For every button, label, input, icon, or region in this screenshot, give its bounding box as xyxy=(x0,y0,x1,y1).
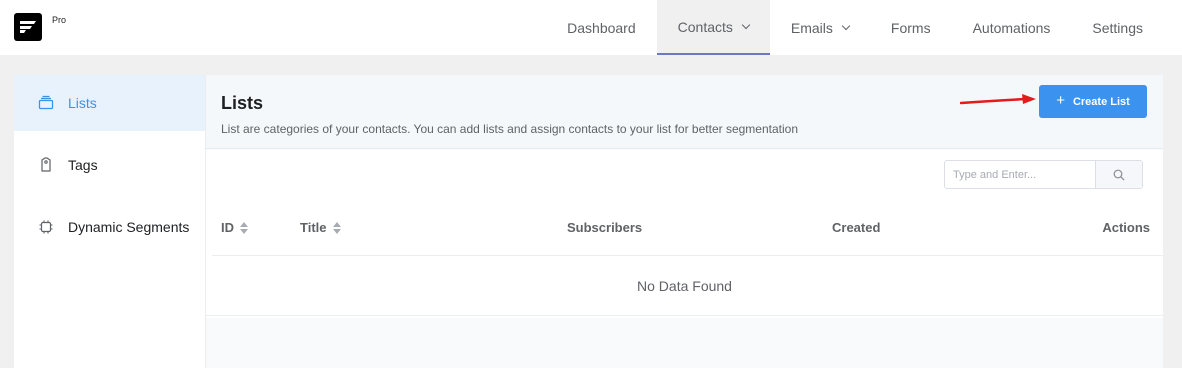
chip-icon xyxy=(39,220,53,234)
column-label: Created xyxy=(832,220,881,235)
chevron-down-icon xyxy=(741,20,751,29)
page-subtitle: List are categories of your contacts. Yo… xyxy=(221,122,798,136)
nav-settings-label: Settings xyxy=(1092,19,1143,36)
column-label: Title xyxy=(300,220,327,235)
nav-settings[interactable]: Settings xyxy=(1071,0,1164,55)
main-content: Lists List are categories of your contac… xyxy=(206,75,1163,368)
annotation-arrow-icon xyxy=(960,94,1036,105)
nav-dashboard[interactable]: Dashboard xyxy=(546,0,657,55)
nav-forms[interactable]: Forms xyxy=(870,0,952,55)
column-label: Actions xyxy=(1102,220,1150,235)
column-header-created: Created xyxy=(832,220,880,235)
lists-table: ID Title Subscribers Created Actions No … xyxy=(206,150,1163,318)
column-header-subscribers: Subscribers xyxy=(567,220,642,235)
plus-icon: + xyxy=(1056,92,1065,109)
column-header-actions: Actions xyxy=(1102,220,1150,235)
fluentcrm-logo[interactable] xyxy=(14,13,42,41)
nav-contacts[interactable]: Contacts xyxy=(656,0,770,55)
empty-state: No Data Found xyxy=(206,256,1163,316)
nav-forms-label: Forms xyxy=(890,19,931,36)
nav-contacts-label: Contacts xyxy=(677,18,733,35)
column-label: Subscribers xyxy=(567,220,643,235)
search-icon xyxy=(1113,169,1125,180)
create-list-button[interactable]: + Create List xyxy=(1039,85,1147,118)
sidebar: Lists Tags Dynamic Segments xyxy=(14,75,206,368)
list-icon xyxy=(38,95,54,110)
search-button[interactable] xyxy=(1095,161,1142,188)
nav-emails[interactable]: Emails xyxy=(770,0,870,55)
pro-badge: Pro xyxy=(52,15,67,25)
sidebar-item-dynamic-segments[interactable]: Dynamic Segments xyxy=(14,199,205,255)
content-panel: Lists Tags Dynamic Segments Lists List a… xyxy=(14,75,1163,368)
search-box xyxy=(944,160,1143,189)
sort-icon[interactable] xyxy=(240,221,248,234)
table-header: ID Title Subscribers Created Actions xyxy=(212,198,1163,256)
top-navigation-bar: Pro Dashboard Contacts Emails Forms Auto… xyxy=(0,0,1182,55)
sidebar-item-label: Lists xyxy=(68,95,97,111)
sidebar-item-tags[interactable]: Tags xyxy=(14,137,205,193)
sidebar-item-label: Dynamic Segments xyxy=(68,219,190,235)
search-input[interactable] xyxy=(945,161,1095,188)
page-title: Lists xyxy=(221,93,264,113)
page-header: Lists List are categories of your contac… xyxy=(206,75,1163,149)
nav-dashboard-label: Dashboard xyxy=(567,19,636,36)
tag-icon xyxy=(41,157,51,172)
sidebar-item-label: Tags xyxy=(68,157,98,173)
main-nav: Dashboard Contacts Emails Forms Automati… xyxy=(546,0,1164,55)
nav-emails-label: Emails xyxy=(790,19,833,36)
sort-icon[interactable] xyxy=(332,221,341,234)
column-header-title[interactable]: Title xyxy=(300,220,341,235)
create-list-label: Create List xyxy=(1072,95,1130,108)
logo-icon xyxy=(20,21,36,33)
chevron-down-icon xyxy=(841,21,851,30)
nav-automations[interactable]: Automations xyxy=(952,0,1072,55)
column-label: ID xyxy=(221,220,234,235)
sidebar-item-lists[interactable]: Lists xyxy=(14,75,205,131)
column-header-id[interactable]: ID xyxy=(221,220,248,235)
nav-automations-label: Automations xyxy=(972,19,1051,36)
